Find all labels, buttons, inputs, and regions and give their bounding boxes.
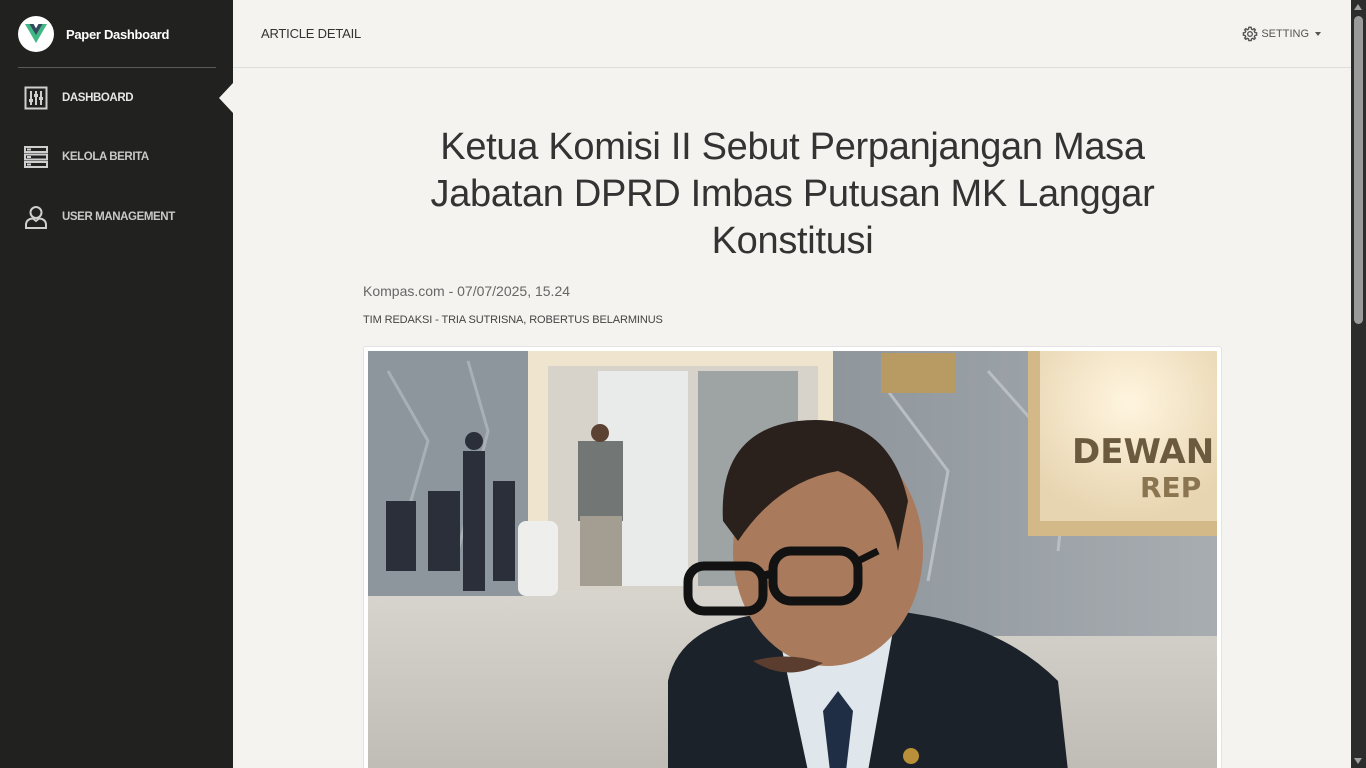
sidebar-item-dashboard[interactable]: DASHBOARD	[0, 68, 233, 128]
scroll-up-arrow-icon[interactable]	[1354, 4, 1362, 10]
scroll-down-arrow-icon[interactable]	[1354, 758, 1362, 764]
brand-name: Paper Dashboard	[66, 26, 170, 42]
sidebar: Paper Dashboard DASHBOARD KELOLA BERITA …	[0, 0, 233, 768]
sidebar-item-label: DASHBOARD	[62, 91, 134, 104]
sidebar-item-label: KELOLA BERITA	[62, 151, 149, 164]
wall-sign-text: DEWAN	[1072, 432, 1214, 472]
article-title: Ketua Komisi II Sebut Perpanjangan Masa …	[430, 126, 1155, 262]
vertical-scrollbar[interactable]	[1351, 0, 1366, 768]
list-icon	[24, 145, 48, 169]
sidebar-item-user-management[interactable]: USER MANAGEMENT	[0, 187, 233, 247]
chevron-down-icon	[1315, 32, 1321, 36]
main-content: Ketua Komisi II Sebut Perpanjangan Masa …	[233, 69, 1351, 768]
sidebar-item-label: USER MANAGEMENT	[62, 210, 175, 223]
wall-sign-text: REP	[1140, 471, 1201, 504]
article: Ketua Komisi II Sebut Perpanjangan Masa …	[363, 69, 1222, 768]
user-icon	[24, 205, 48, 229]
article-photo: DEWAN REP	[368, 351, 1217, 768]
settings-dropdown[interactable]: SETTING	[1242, 26, 1321, 42]
vue-logo-icon	[18, 16, 54, 52]
sidebar-nav: DASHBOARD KELOLA BERITA USER MANAGEMENT	[0, 68, 233, 247]
dashboard-icon	[24, 86, 48, 110]
page-title: ARTICLE DETAIL	[261, 26, 362, 41]
active-indicator	[219, 82, 233, 113]
article-photo-illustration: DEWAN REP	[368, 351, 1217, 768]
article-authors: TIM REDAKSI - TRIA SUTRISNA, ROBERTUS BE…	[363, 314, 663, 326]
scrollbar-thumb[interactable]	[1354, 16, 1363, 324]
article-source-date: Kompas.com - 07/07/2025, 15.24	[363, 283, 571, 299]
brand[interactable]: Paper Dashboard	[18, 14, 169, 54]
settings-label: SETTING	[1261, 28, 1309, 40]
sidebar-item-kelola-berita[interactable]: KELOLA BERITA	[0, 128, 233, 188]
top-navbar: ARTICLE DETAIL SETTING	[233, 0, 1351, 68]
article-image-card: DEWAN REP	[363, 346, 1222, 768]
gear-icon	[1242, 26, 1258, 42]
